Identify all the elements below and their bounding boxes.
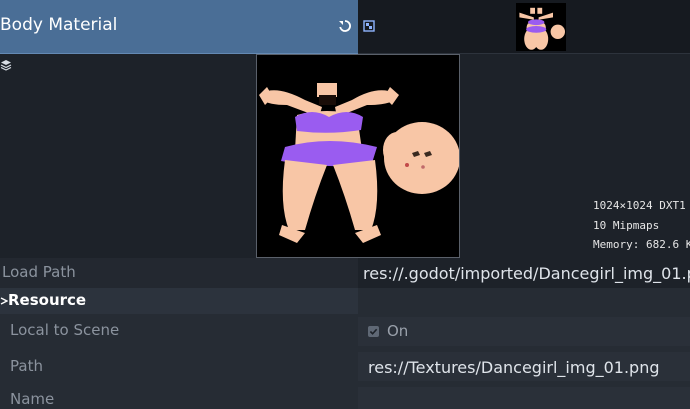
local-to-scene-row: Local to Scene On xyxy=(0,314,690,349)
texture-info-memory: Memory: 682.6 K xyxy=(593,238,690,251)
name-row: Name xyxy=(0,384,690,409)
texture-preview-image xyxy=(256,54,460,258)
property-label-cell[interactable]: Body Material xyxy=(0,0,358,54)
resource-section-filler xyxy=(358,288,690,314)
texture-thumbnail[interactable] xyxy=(516,3,566,51)
local-to-scene-label: Local to Scene xyxy=(10,321,120,339)
chevron-down-icon[interactable] xyxy=(0,296,8,306)
load-path-label: Load Path xyxy=(2,263,76,281)
layers-icon xyxy=(0,60,12,71)
texture-info-mipmaps: 10 Mipmaps xyxy=(593,219,660,232)
image-texture-icon xyxy=(363,20,375,32)
path-label: Path xyxy=(10,357,43,375)
revert-icon[interactable] xyxy=(337,18,353,34)
load-path-value: res://.godot/imported/Dancegirl_img_01.p… xyxy=(363,264,690,283)
name-field[interactable] xyxy=(358,387,690,409)
resource-section-title: Resource xyxy=(8,291,87,309)
resource-section-header[interactable]: Resource xyxy=(0,288,690,314)
check-icon xyxy=(369,328,378,335)
property-label: Body Material xyxy=(0,15,118,35)
path-row: Path res://Textures/Dancegirl_img_01.png xyxy=(0,349,690,384)
name-label: Name xyxy=(10,390,55,408)
texture-info-dimensions: 1024×1024 DXT1 xyxy=(593,199,686,212)
local-to-scene-value: On xyxy=(387,322,409,340)
load-path-row: Load Path res://.godot/imported/Dancegir… xyxy=(0,258,690,288)
local-to-scene-checkbox[interactable] xyxy=(368,326,379,337)
path-value: res://Textures/Dancegirl_img_01.png xyxy=(368,358,660,377)
